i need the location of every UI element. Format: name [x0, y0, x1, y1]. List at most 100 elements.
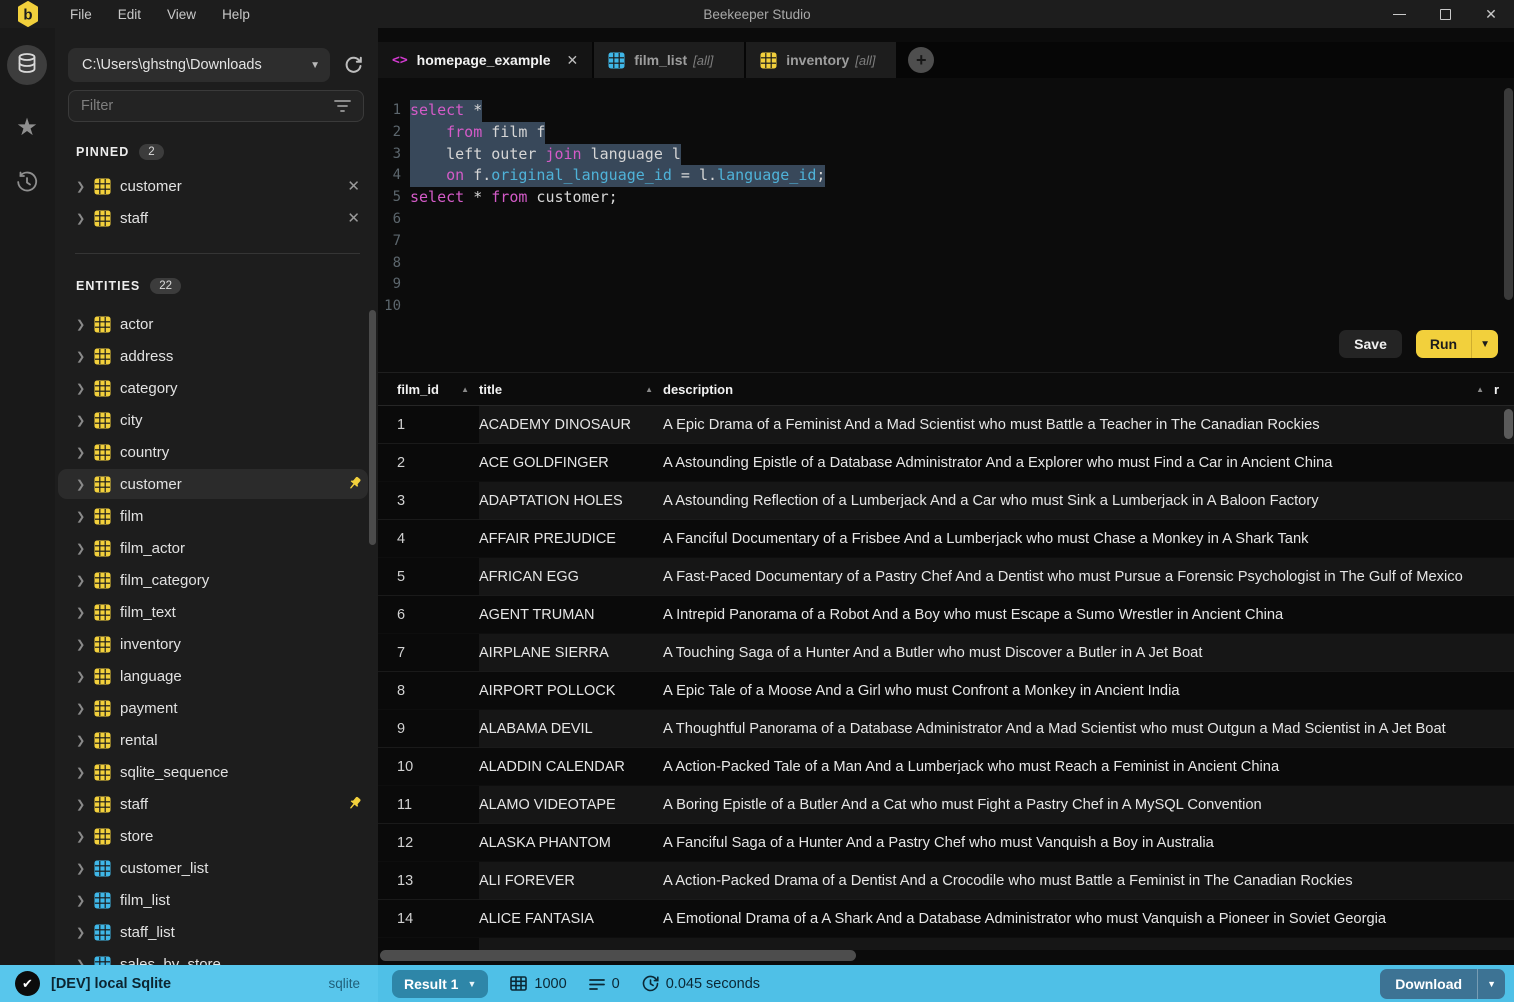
- run-button[interactable]: Run: [1416, 330, 1471, 358]
- editor-vertical-scrollbar[interactable]: [1504, 88, 1513, 300]
- menu-file[interactable]: File: [57, 3, 105, 26]
- maximize-button[interactable]: [1422, 0, 1468, 28]
- cell-description: A Epic Tale of a Moose And a Girl who mu…: [663, 682, 1180, 699]
- favorites-rail-button[interactable]: ★: [7, 108, 47, 148]
- row-count-stat: 1000: [510, 976, 567, 992]
- table-row[interactable]: 10 ALADDIN CALENDAR A Action-Packed Tale…: [378, 748, 1514, 786]
- entity-item-film_actor[interactable]: ❯ film_actor: [55, 532, 378, 564]
- affected-count: 0: [611, 975, 620, 992]
- table-row[interactable]: 4 AFFAIR PREJUDICE A Fanciful Documentar…: [378, 520, 1514, 558]
- results-table: 1 ACADEMY DINOSAUR A Epic Drama of a Fem…: [378, 406, 1514, 950]
- filter-input[interactable]: Filter: [68, 90, 364, 122]
- cell-title: AGENT TRUMAN: [479, 606, 595, 623]
- minimize-button[interactable]: [1376, 0, 1422, 28]
- view-grid-icon: [94, 892, 111, 908]
- download-options-button[interactable]: ▼: [1477, 968, 1505, 999]
- close-button[interactable]: ✕: [1468, 0, 1514, 28]
- table-row[interactable]: 13 ALI FOREVER A Action-Packed Drama of …: [378, 862, 1514, 900]
- table-grid-icon: [94, 540, 111, 556]
- table-row[interactable]: 14 ALICE FANTASIA A Emotional Drama of a…: [378, 900, 1514, 938]
- column-header-partial[interactable]: r: [1494, 382, 1514, 397]
- entity-item-label: address: [120, 347, 174, 365]
- menu-help[interactable]: Help: [209, 3, 263, 26]
- table-grid-icon: [94, 178, 111, 194]
- menu-view[interactable]: View: [154, 3, 209, 26]
- table-grid-icon: [94, 508, 111, 524]
- tab-homepage_example[interactable]: <> homepage_example ✕: [378, 42, 593, 78]
- table-row[interactable]: 2 ACE GOLDFINGER A Astounding Epistle of…: [378, 444, 1514, 482]
- unpin-close-icon[interactable]: ✕: [347, 209, 360, 227]
- run-options-button[interactable]: ▼: [1471, 330, 1498, 358]
- entity-item-store[interactable]: ❯ store: [55, 820, 378, 852]
- save-button[interactable]: Save: [1339, 330, 1402, 358]
- entity-item-category[interactable]: ❯ category: [55, 372, 378, 404]
- tab-close-icon[interactable]: ✕: [567, 52, 579, 69]
- new-tab-button[interactable]: +: [908, 47, 935, 73]
- entity-item-customer_list[interactable]: ❯ customer_list: [55, 852, 378, 884]
- table-row[interactable]: 3 ADAPTATION HOLES A Astounding Reflecti…: [378, 482, 1514, 520]
- entity-item-staff_list[interactable]: ❯ staff_list: [55, 916, 378, 948]
- line-number: 4: [392, 167, 401, 184]
- main-panel: <> homepage_example ✕ film_list [all] in…: [378, 28, 1514, 965]
- entity-item-city[interactable]: ❯ city: [55, 404, 378, 436]
- tables-rail-button[interactable]: [7, 45, 47, 85]
- table-row[interactable]: 6 AGENT TRUMAN A Intrepid Panorama of a …: [378, 596, 1514, 634]
- download-button[interactable]: Download: [1380, 969, 1477, 999]
- sidebar: C:\Users\ghstng\Downloads ▼ Filter PINNE…: [55, 28, 378, 965]
- entity-item-address[interactable]: ❯ address: [55, 340, 378, 372]
- cell-description: A Emotional Drama of a A Shark And a Dat…: [663, 910, 1387, 927]
- line-number: 5: [392, 189, 401, 206]
- pinned-item-staff[interactable]: ❯ staff ✕: [55, 202, 378, 234]
- entity-item-country[interactable]: ❯ country: [55, 436, 378, 468]
- results-horizontal-scrollbar[interactable]: [380, 950, 856, 961]
- table-grid-icon: [94, 636, 111, 652]
- menu-edit[interactable]: Edit: [105, 3, 154, 26]
- column-header-description[interactable]: description ▲: [663, 382, 1494, 397]
- result-selector[interactable]: Result 1 ▼: [392, 969, 489, 998]
- entity-item-sqlite_sequence[interactable]: ❯ sqlite_sequence: [55, 756, 378, 788]
- entity-item-inventory[interactable]: ❯ inventory: [55, 628, 378, 660]
- unpin-close-icon[interactable]: ✕: [347, 177, 360, 195]
- entity-item-film[interactable]: ❯ film: [55, 500, 378, 532]
- sidebar-scrollbar[interactable]: [369, 310, 376, 545]
- sidebar-divider: [75, 253, 360, 254]
- entity-item-language[interactable]: ❯ language: [55, 660, 378, 692]
- table-row[interactable]: 8 AIRPORT POLLOCK A Epic Tale of a Moose…: [378, 672, 1514, 710]
- table-row[interactable]: 9 ALABAMA DEVIL A Thoughtful Panorama of…: [378, 710, 1514, 748]
- entity-item-customer[interactable]: ❯ customer: [55, 468, 378, 500]
- entity-item-rental[interactable]: ❯ rental: [55, 724, 378, 756]
- tab-inventory[interactable]: inventory [all]: [746, 42, 897, 78]
- tab-bar: <> homepage_example ✕ film_list [all] in…: [378, 42, 1514, 78]
- entity-item-sales_by_store[interactable]: ❯ sales_by_store: [55, 948, 378, 965]
- column-header-film-id[interactable]: film_id ▲: [378, 382, 479, 397]
- history-rail-button[interactable]: [7, 164, 47, 204]
- elapsed-time-stat: 0.045 seconds: [642, 975, 760, 992]
- entity-item-staff[interactable]: ❯ staff: [55, 788, 378, 820]
- table-row[interactable]: 5 AFRICAN EGG A Fast-Paced Documentary o…: [378, 558, 1514, 596]
- entity-item-payment[interactable]: ❯ payment: [55, 692, 378, 724]
- tab-film_list[interactable]: film_list [all]: [594, 42, 745, 78]
- pinned-item-customer[interactable]: ❯ customer ✕: [55, 170, 378, 202]
- connection-status[interactable]: ✔ [DEV] local Sqlite sqlite: [0, 965, 378, 1002]
- entity-item-film_category[interactable]: ❯ film_category: [55, 564, 378, 596]
- cell-film-id: 9: [378, 710, 479, 747]
- entity-item-label: film: [120, 507, 144, 525]
- entity-item-label: film_actor: [120, 539, 186, 557]
- entity-item-label: actor: [120, 315, 154, 333]
- entity-item-label: sales_by_store: [120, 955, 221, 966]
- table-row[interactable]: 15 ALIEN CENTER A Brilliant Drama of a C…: [378, 938, 1514, 950]
- table-row[interactable]: 1 ACADEMY DINOSAUR A Epic Drama of a Fem…: [378, 406, 1514, 444]
- database-selector[interactable]: C:\Users\ghstng\Downloads ▼: [68, 48, 330, 82]
- column-header-title[interactable]: title ▲: [479, 382, 663, 397]
- table-row[interactable]: 12 ALASKA PHANTOM A Fanciful Saga of a H…: [378, 824, 1514, 862]
- refresh-button[interactable]: [343, 55, 364, 76]
- entity-item-actor[interactable]: ❯ actor: [55, 308, 378, 340]
- table-row[interactable]: 11 ALAMO VIDEOTAPE A Boring Epistle of a…: [378, 786, 1514, 824]
- sql-editor[interactable]: 1 select * 2 from film f3 left outer join…: [378, 78, 1514, 372]
- results-vertical-scrollbar[interactable]: [1504, 409, 1513, 439]
- cell-film-id: 6: [378, 596, 479, 633]
- entity-item-film_text[interactable]: ❯ film_text: [55, 596, 378, 628]
- entity-item-film_list[interactable]: ❯ film_list: [55, 884, 378, 916]
- download-button-group: Download ▼: [1380, 968, 1505, 999]
- table-row[interactable]: 7 AIRPLANE SIERRA A Touching Saga of a H…: [378, 634, 1514, 672]
